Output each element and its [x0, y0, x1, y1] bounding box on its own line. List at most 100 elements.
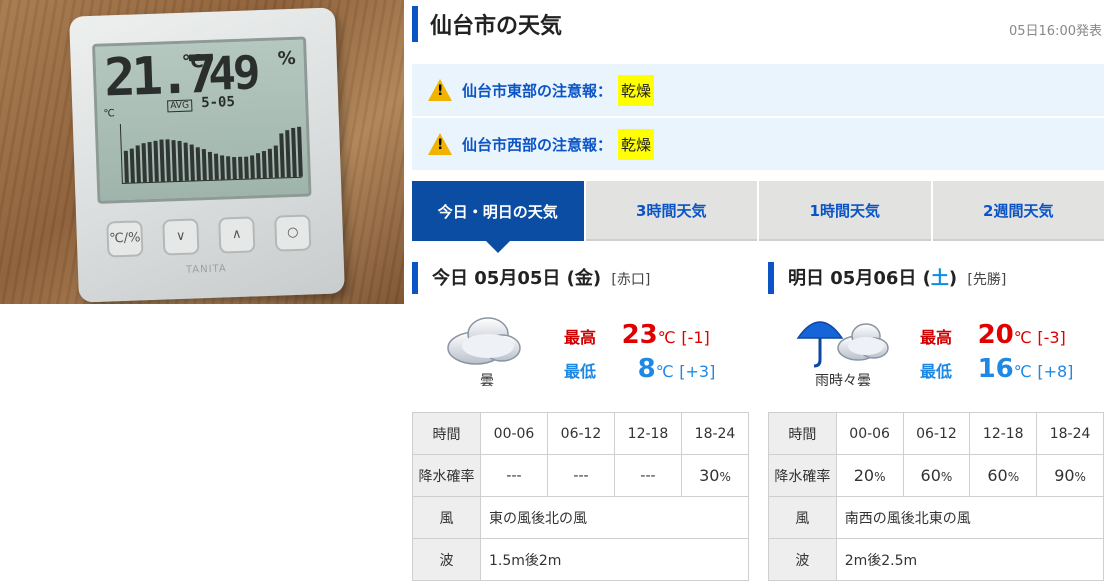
unit-toggle-button: ℃/% — [106, 220, 144, 258]
time-cell: 00-06 — [480, 412, 548, 455]
lcd-graph-bar — [201, 149, 207, 181]
wave-value: 1.5m後2m — [480, 538, 749, 581]
rain-cell: 60% — [969, 454, 1038, 497]
table-row: 降水確率 --- --- --- 30% — [412, 454, 749, 497]
lcd-graph-bar — [291, 127, 297, 178]
warning-badge[interactable]: 乾燥 — [618, 74, 655, 106]
tab-2week[interactable]: 2週間天気 — [932, 181, 1104, 241]
lcd-graph-bar — [123, 150, 129, 183]
lcd-graph-bar — [129, 148, 135, 183]
lcd-graph-bar — [159, 139, 165, 182]
day-heading: 明日 05月06日 (土) [先勝] — [788, 264, 1006, 290]
low-diff: [+3] — [679, 362, 716, 381]
rokuyo: [先勝] — [967, 272, 1007, 288]
percent-sign: % — [1074, 470, 1086, 484]
time-cell: 06-12 — [547, 412, 615, 455]
table-row: 風 東の風後北の風 — [412, 496, 749, 539]
lcd-graph-bar — [147, 141, 153, 183]
rain-value: 90 — [1054, 466, 1075, 485]
day-prefix: 明日 — [788, 268, 824, 289]
lcd-graph-bar — [165, 139, 171, 182]
rain-value: --- — [640, 467, 656, 484]
rain-value: 60 — [987, 466, 1008, 485]
high-label: 最高 — [564, 328, 597, 347]
wave-header: 波 — [412, 538, 481, 581]
rain-value: 20 — [853, 466, 875, 485]
percent-sign: % — [940, 470, 953, 484]
lcd-temperature-unit: ℃ — [181, 51, 204, 73]
wave-value: 2m後2.5m — [835, 538, 1104, 581]
brand-logo: TANITA — [185, 263, 227, 276]
weather-text: 雨時々曇 — [815, 373, 871, 389]
time-cell: 12-18 — [969, 412, 1038, 455]
lcd-graph-bar — [255, 153, 261, 179]
low-label: 最低 — [920, 362, 953, 381]
percent-sign: % — [719, 470, 731, 484]
down-button: ∨ — [162, 218, 200, 256]
high-temp: 最高 20℃ [-3] — [920, 320, 1066, 350]
day-date: 05月06日 — [830, 268, 917, 289]
low-temp: 最低 8℃ [+3] — [564, 354, 715, 384]
lcd-graph-bar — [177, 140, 183, 181]
degree-unit: ℃ — [1013, 362, 1032, 381]
lcd-graph-bar — [207, 151, 213, 180]
weather-page: 仙台市の天気 05日16:00発表 仙台市東部の注意報： 乾燥 仙台市西部の注意… — [404, 0, 1104, 588]
tab-3hour[interactable]: 3時間天気 — [585, 181, 757, 241]
warning-label[interactable]: 仙台市西部の注意報： — [462, 134, 612, 155]
percent-sign: % — [1007, 470, 1020, 484]
table-row: 時間 00-06 06-12 12-18 18-24 — [768, 412, 1104, 455]
up-button: ∧ — [218, 216, 256, 254]
time-cell: 12-18 — [614, 412, 682, 455]
lcd-graph-bar — [220, 155, 225, 180]
warning-west: 仙台市西部の注意報： 乾燥 — [412, 118, 1104, 170]
time-header: 時間 — [412, 412, 481, 455]
lcd-graph-bar — [141, 143, 147, 183]
wind-value: 東の風後北の風 — [480, 496, 749, 539]
weekday: 金 — [574, 268, 593, 289]
lcd-graph-bar — [267, 148, 273, 178]
degree-unit: ℃ — [1013, 328, 1032, 347]
low-value: 8 — [637, 354, 656, 384]
high-value: 20 — [977, 320, 1014, 350]
degree-unit: ℃ — [657, 328, 676, 347]
high-label: 最高 — [920, 328, 953, 347]
lcd-graph-bar — [195, 147, 201, 181]
weather-text: 曇 — [480, 373, 494, 389]
rain-cell: --- — [547, 454, 615, 497]
rain-cell: --- — [480, 454, 548, 497]
lcd-humidity-unit: % — [277, 47, 297, 70]
high-temp: 最高 23℃ [-1] — [564, 320, 710, 350]
rain-cell: --- — [614, 454, 682, 497]
day-date: 05月05日 — [474, 268, 561, 289]
lcd-graph-bar — [226, 156, 231, 180]
warning-badge[interactable]: 乾燥 — [618, 128, 655, 160]
rain-value: 30 — [699, 466, 720, 485]
lcd-history-graph — [119, 117, 303, 184]
title-accent-bar — [412, 6, 418, 42]
lcd-graph-bar — [285, 130, 291, 178]
weekday-close: ) — [948, 268, 958, 289]
tab-1hour[interactable]: 1時間天気 — [759, 181, 931, 241]
lcd-graph-bar — [297, 126, 303, 177]
tomorrow-detail-table: 時間 00-06 06-12 12-18 18-24 降水確率 20% 60% … — [768, 412, 1104, 581]
rain-value: --- — [506, 467, 522, 484]
warning-label[interactable]: 仙台市東部の注意報： — [462, 80, 612, 101]
rain-value: 60 — [920, 466, 941, 485]
wind-header: 風 — [412, 496, 481, 539]
lcd-graph-bar — [171, 140, 177, 182]
weekday-open: ( — [566, 268, 575, 289]
warning-icon — [428, 133, 452, 155]
low-temp: 最低 16℃ [+8] — [920, 354, 1073, 384]
day-accent-bar — [412, 262, 418, 294]
high-diff: [-1] — [681, 328, 710, 347]
lcd-graph-unit: ℃ — [103, 108, 115, 120]
time-cell: 06-12 — [902, 412, 971, 455]
lcd-graph-bar — [189, 144, 195, 181]
rain-header: 降水確率 — [768, 454, 837, 497]
lcd-screen: 21.7 ℃ 49 % ℃ AVG 5-05 — [92, 36, 312, 204]
day-prefix: 今日 — [432, 268, 468, 289]
tab-today-tomorrow[interactable]: 今日・明日の天気 — [412, 181, 584, 253]
table-row: 波 1.5m後2m — [412, 538, 749, 581]
rain-cell: 60% — [902, 454, 971, 497]
time-cell: 18-24 — [681, 412, 749, 455]
